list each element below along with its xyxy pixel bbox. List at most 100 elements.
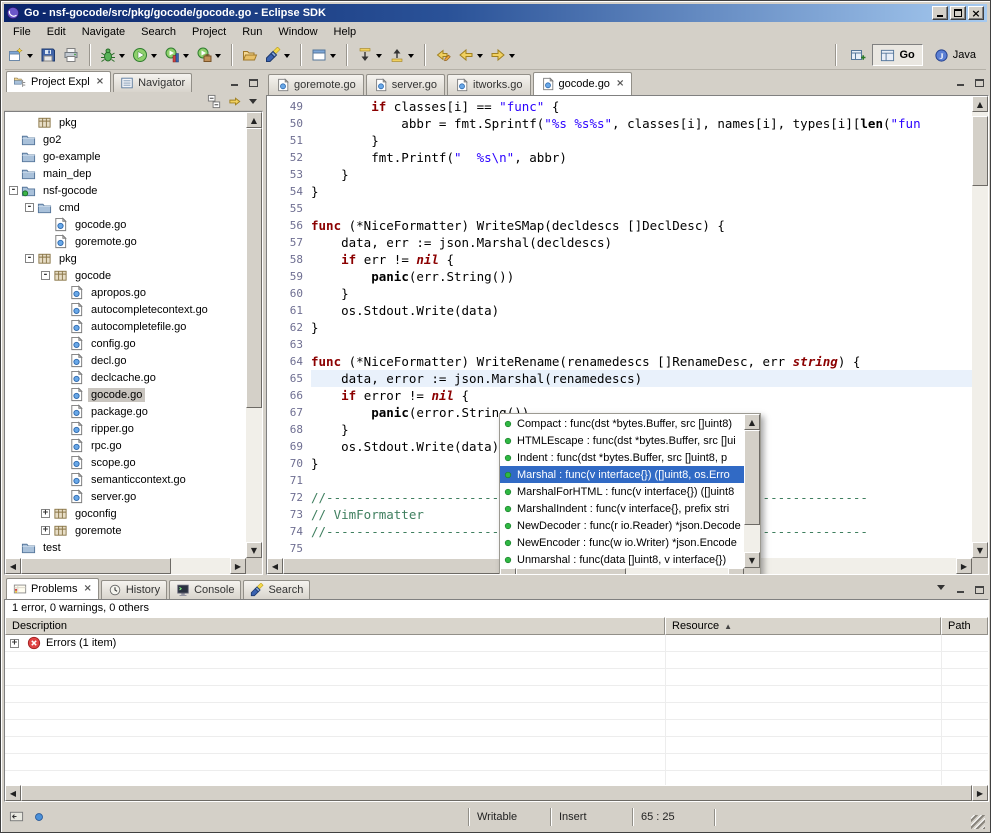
scroll-right-button[interactable]: ▶: [230, 558, 246, 574]
tree-expand-toggle[interactable]: [57, 475, 66, 484]
tree-expand-toggle[interactable]: [9, 152, 18, 161]
tree-expand-toggle[interactable]: [57, 305, 66, 314]
menu-item[interactable]: Navigate: [74, 24, 133, 40]
tree-expand-toggle[interactable]: [41, 237, 50, 246]
tab-close-icon[interactable]: ×: [83, 584, 91, 594]
scroll-right-button[interactable]: ▶: [972, 785, 988, 801]
minimize-view-button[interactable]: [952, 581, 968, 596]
maximize-editor-button[interactable]: [971, 74, 987, 89]
tree-expand-toggle[interactable]: +: [41, 509, 50, 518]
tree-item[interactable]: pkg: [5, 114, 246, 131]
tree-item[interactable]: - pkg: [5, 250, 246, 267]
view-menu-icon[interactable]: [937, 585, 945, 594]
editor-tab[interactable]: goremote.go: [268, 74, 364, 95]
tree-item[interactable]: - nsf-gocode: [5, 182, 246, 199]
tree-item[interactable]: + goconfig: [5, 505, 246, 522]
tree-expand-toggle[interactable]: [57, 322, 66, 331]
autocomplete-item[interactable]: NewEncoder : func(w io.Writer) *json.Enc…: [500, 534, 744, 551]
scroll-right-button[interactable]: ▶: [956, 558, 972, 574]
tree-expand-toggle[interactable]: [57, 407, 66, 416]
popup-vertical-scrollbar[interactable]: ▲ ▼: [744, 414, 760, 568]
last-edit-location-button[interactable]: [432, 43, 454, 67]
dropdown-arrow-icon[interactable]: [119, 54, 125, 61]
dropdown-arrow-icon[interactable]: [284, 54, 290, 61]
debug-button[interactable]: [97, 43, 128, 67]
scrollbar-thumb[interactable]: [283, 558, 533, 574]
view-menu-icon[interactable]: [249, 99, 257, 108]
scrollbar-thumb[interactable]: [516, 568, 626, 575]
column-divider[interactable]: [665, 635, 666, 785]
search-button[interactable]: [262, 43, 293, 67]
autocomplete-item[interactable]: Compact : func(dst *bytes.Buffer, src []…: [500, 415, 744, 432]
dropdown-arrow-icon[interactable]: [330, 54, 336, 61]
minimize-editor-button[interactable]: [952, 74, 968, 89]
maximize-view-button[interactable]: [971, 581, 987, 596]
scroll-down-button[interactable]: ▼: [744, 552, 760, 568]
editor-tab[interactable]: itworks.go: [447, 74, 531, 95]
autocomplete-item[interactable]: Indent : func(dst *bytes.Buffer, src []u…: [500, 449, 744, 466]
tree-expand-toggle[interactable]: [9, 169, 18, 178]
dropdown-arrow-icon[interactable]: [151, 54, 157, 61]
scrollbar-thumb[interactable]: [21, 785, 972, 801]
tree-item[interactable]: test: [5, 539, 246, 556]
open-perspective-button[interactable]: [847, 44, 869, 66]
tree-item[interactable]: goremote.go: [5, 233, 246, 250]
forward-button[interactable]: [487, 43, 518, 67]
autocomplete-item[interactable]: HTMLEscape : func(dst *bytes.Buffer, src…: [500, 432, 744, 449]
scroll-right-button[interactable]: ▶: [728, 568, 744, 575]
scrollbar-thumb[interactable]: [21, 558, 171, 574]
tree-item[interactable]: server.go: [5, 488, 246, 505]
scroll-down-button[interactable]: ▼: [972, 542, 988, 558]
tree-expand-toggle[interactable]: [41, 220, 50, 229]
tree-expand-toggle[interactable]: +: [41, 526, 50, 535]
tree-expand-toggle[interactable]: [57, 356, 66, 365]
tree-expand-toggle[interactable]: [9, 135, 18, 144]
close-button[interactable]: ×: [968, 6, 984, 20]
open-file-button[interactable]: [239, 43, 261, 67]
menu-item[interactable]: File: [5, 24, 39, 40]
tree-item[interactable]: decl.go: [5, 352, 246, 369]
back-button[interactable]: [455, 43, 486, 67]
tree-expand-toggle[interactable]: [57, 339, 66, 348]
tree-expand-toggle[interactable]: [57, 288, 66, 297]
popup-horizontal-scrollbar[interactable]: ◀ ▶: [500, 568, 744, 575]
scroll-left-button[interactable]: ◀: [5, 558, 21, 574]
tab-close-icon[interactable]: ×: [616, 79, 624, 89]
menu-item[interactable]: Window: [270, 24, 325, 40]
column-header[interactable]: Description: [5, 617, 665, 635]
pin-icon[interactable]: [32, 810, 46, 824]
menu-item[interactable]: Search: [133, 24, 184, 40]
scrollbar-thumb[interactable]: [972, 116, 988, 186]
minimize-button[interactable]: [932, 6, 948, 20]
tree-item[interactable]: ripper.go: [5, 420, 246, 437]
view-tab[interactable]: Project Expl ×: [6, 71, 111, 92]
tree-item[interactable]: rpc.go: [5, 437, 246, 454]
scrollbar-thumb[interactable]: [744, 430, 760, 525]
tree-expand-toggle[interactable]: -: [9, 186, 18, 195]
autocomplete-item[interactable]: Unmarshal : func(data []uint8, v interfa…: [500, 551, 744, 568]
save-button[interactable]: [37, 43, 59, 67]
tree-expand-toggle[interactable]: [25, 118, 34, 127]
tree-item[interactable]: - gocode: [5, 267, 246, 284]
scroll-up-button[interactable]: ▲: [744, 414, 760, 430]
print-button[interactable]: [60, 43, 82, 67]
autocomplete-item[interactable]: MarshalIndent : func(v interface{}, pref…: [500, 500, 744, 517]
tab-close-icon[interactable]: ×: [96, 77, 104, 87]
profile-button[interactable]: [161, 43, 192, 67]
explorer-horizontal-scrollbar[interactable]: ◀ ▶: [5, 558, 246, 574]
prev-annotation-button[interactable]: [386, 43, 417, 67]
tree-expand-toggle[interactable]: -: [25, 203, 34, 212]
dropdown-arrow-icon[interactable]: [27, 54, 33, 61]
explorer-vertical-scrollbar[interactable]: ▲ ▼: [246, 112, 262, 558]
new-wizard-button[interactable]: [5, 43, 36, 67]
dropdown-arrow-icon[interactable]: [376, 54, 382, 61]
tree-item[interactable]: - cmd: [5, 199, 246, 216]
tree-item[interactable]: declcache.go: [5, 369, 246, 386]
row-expand-toggle[interactable]: +: [10, 639, 19, 648]
collapse-all-button[interactable]: [207, 94, 222, 109]
tree-item[interactable]: autocompletefile.go: [5, 318, 246, 335]
tree-expand-toggle[interactable]: [57, 424, 66, 433]
editor-tab[interactable]: server.go: [366, 74, 445, 95]
run-button[interactable]: [129, 43, 160, 67]
menu-item[interactable]: Run: [234, 24, 270, 40]
